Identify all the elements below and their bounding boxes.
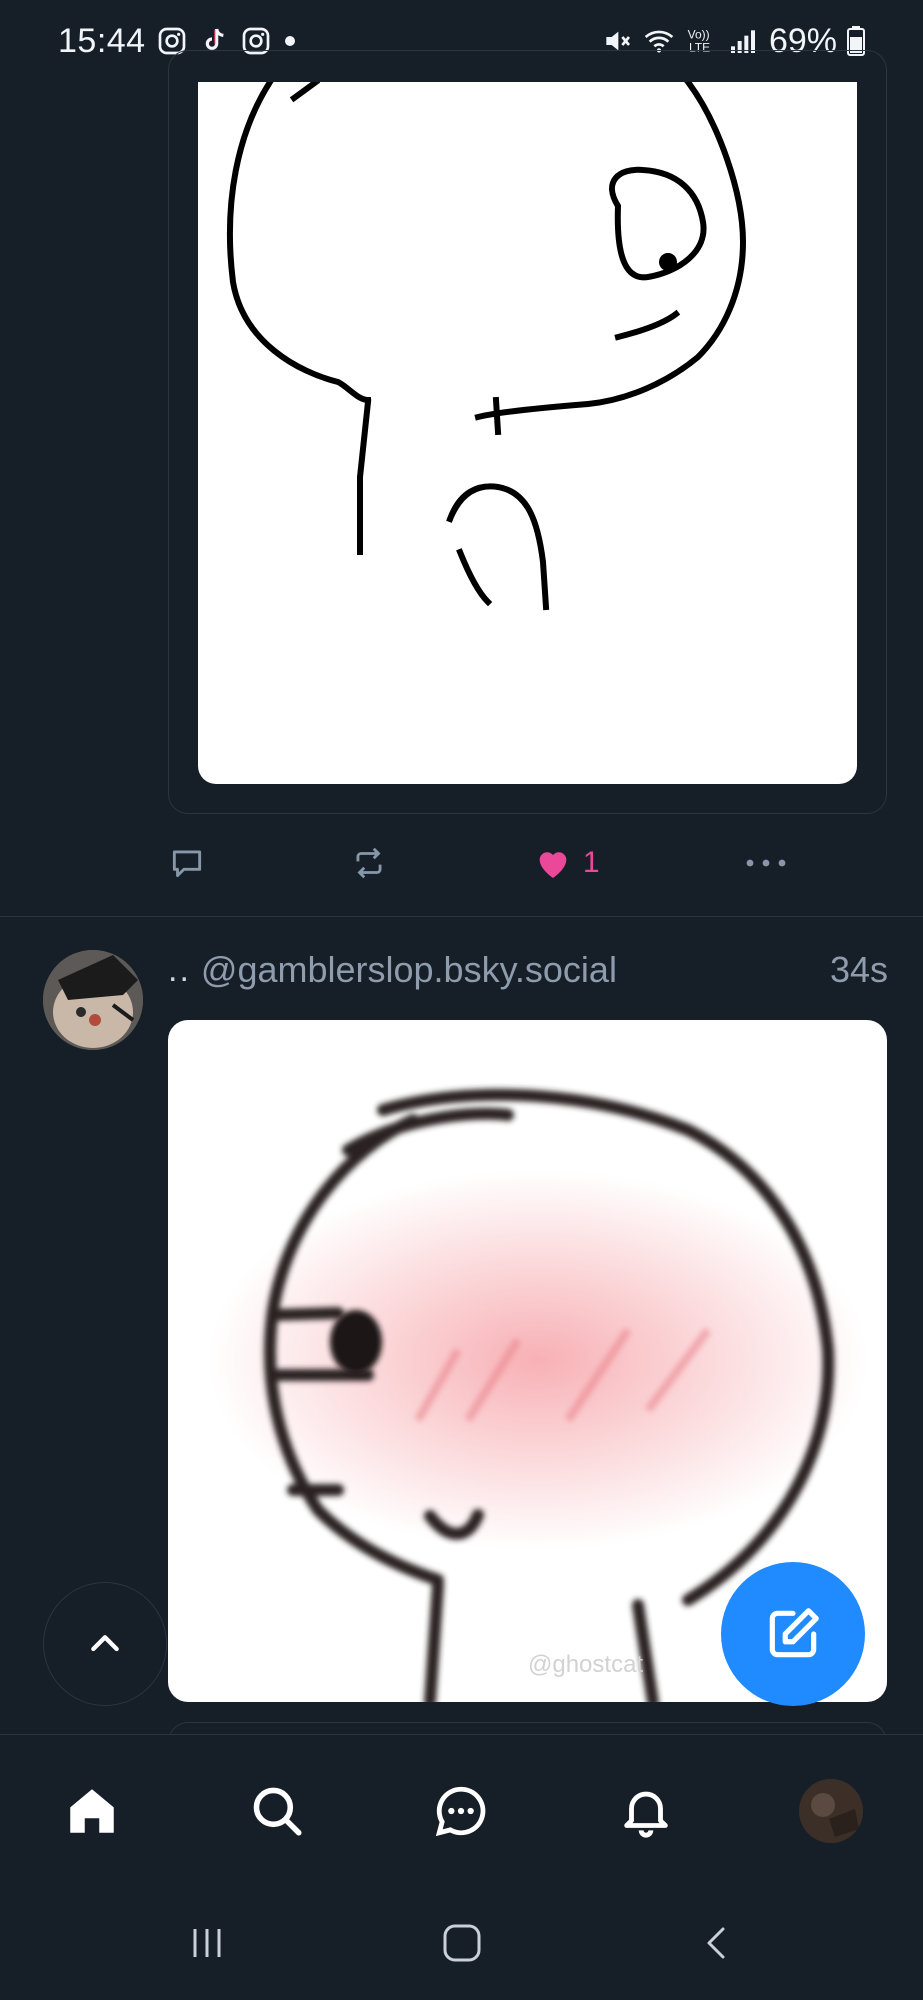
compose-icon [769,1608,819,1658]
nav-profile[interactable] [791,1771,871,1851]
system-nav-bar [0,1886,923,2000]
post-image[interactable] [198,82,857,784]
author-link[interactable]: .. @gamblerslop.bsky.social [168,949,617,991]
home-button-icon[interactable] [440,1921,484,1965]
home-icon [70,1789,115,1833]
author-avatar[interactable] [43,950,143,1050]
recent-apps-icon[interactable] [187,1923,227,1963]
back-icon[interactable] [697,1923,737,1963]
nav-home[interactable] [52,1771,132,1851]
author-display-name: .. [168,950,191,989]
meme-drawing [226,82,747,611]
post-timestamp[interactable]: 34s [830,949,888,991]
dot-icon [284,36,295,46]
status-time: 15:44 [58,21,146,60]
avatar-image [798,1779,863,1843]
repost-icon [356,847,382,879]
nav-chat[interactable] [421,1771,501,1851]
like-button[interactable]: 1 [533,843,600,883]
watermark-text: @ghostcat [528,1651,643,1678]
chat-icon [436,1786,486,1837]
svg-text:Vo)): Vo)) [688,27,710,41]
bottom-nav [0,1734,923,1887]
more-icon [746,859,786,867]
reply-button[interactable] [168,844,206,882]
author-handle[interactable]: @gamblerslop.bsky.social [201,949,617,991]
scroll-to-top-button[interactable] [43,1582,167,1706]
reply-icon [172,850,202,878]
more-button[interactable] [744,853,788,873]
nav-notifications[interactable] [606,1771,686,1851]
post-header: .. @gamblerslop.bsky.social 34s [168,945,888,995]
post-actions: 1 [168,835,788,891]
post-divider [0,916,923,917]
repost-button[interactable] [350,844,388,882]
bell-icon [624,1791,668,1838]
search-icon [253,1787,302,1836]
compose-button[interactable] [721,1562,865,1706]
nav-search[interactable] [237,1771,317,1851]
heart-icon [539,852,567,878]
chevron-up-icon [91,1635,119,1652]
profile-avatar [798,1779,863,1843]
like-count: 1 [582,846,600,879]
avatar-image [43,950,143,1050]
